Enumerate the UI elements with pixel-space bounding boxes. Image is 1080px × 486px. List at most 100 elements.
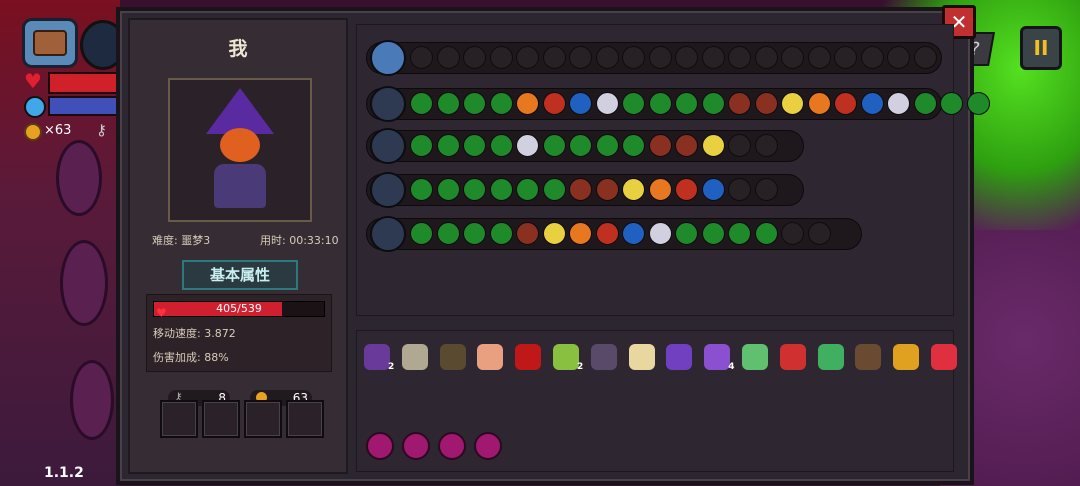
skill-icon[interactable]: [366, 432, 394, 460]
passive-item-icon[interactable]: [553, 344, 579, 370]
upgrade-slot[interactable]: [516, 178, 539, 201]
upgrade-slot[interactable]: [913, 92, 937, 115]
upgrade-slot[interactable]: [701, 222, 725, 245]
attributes-tab[interactable]: 基本属性: [182, 260, 298, 290]
upgrade-slot[interactable]: [807, 222, 831, 245]
upgrade-slot[interactable]: [410, 92, 433, 115]
upgrade-slot[interactable]: [648, 46, 672, 69]
weapon-icon[interactable]: [370, 86, 406, 122]
upgrade-slot[interactable]: [489, 222, 513, 245]
upgrade-slot[interactable]: [754, 134, 778, 157]
upgrade-slot[interactable]: [516, 46, 539, 69]
upgrade-slot[interactable]: [516, 92, 539, 115]
upgrade-slot[interactable]: [728, 222, 751, 245]
upgrade-slot[interactable]: [648, 92, 672, 115]
weapon-icon[interactable]: [370, 128, 406, 164]
upgrade-slot[interactable]: [463, 178, 486, 201]
upgrade-slot[interactable]: [436, 178, 460, 201]
upgrade-slot[interactable]: [834, 46, 857, 69]
upgrade-slot[interactable]: [701, 46, 725, 69]
skill-icon[interactable]: [474, 432, 502, 460]
upgrade-slot[interactable]: [622, 178, 645, 201]
upgrade-slot[interactable]: [675, 46, 698, 69]
passive-item-icon[interactable]: [779, 344, 806, 370]
upgrade-slot[interactable]: [436, 134, 460, 157]
upgrade-slot[interactable]: [754, 222, 778, 245]
upgrade-slot[interactable]: [622, 222, 645, 245]
upgrade-slot[interactable]: [542, 222, 566, 245]
upgrade-slot[interactable]: [595, 134, 619, 157]
upgrade-slot[interactable]: [648, 222, 672, 245]
equipment-slot[interactable]: [160, 400, 198, 438]
upgrade-slot[interactable]: [595, 222, 619, 245]
upgrade-slot[interactable]: [463, 134, 486, 157]
upgrade-slot[interactable]: [648, 134, 672, 157]
skill-icon[interactable]: [402, 432, 430, 460]
upgrade-slot[interactable]: [622, 92, 645, 115]
upgrade-slot[interactable]: [781, 92, 804, 115]
upgrade-slot[interactable]: [569, 222, 592, 245]
inventory-chest-icon[interactable]: [22, 18, 78, 68]
passive-item-icon[interactable]: [628, 344, 655, 370]
upgrade-slot[interactable]: [595, 92, 619, 115]
passive-item-icon[interactable]: [364, 344, 390, 370]
upgrade-slot[interactable]: [595, 46, 619, 69]
upgrade-slot[interactable]: [754, 92, 778, 115]
equipment-slot[interactable]: [244, 400, 282, 438]
upgrade-slot[interactable]: [463, 92, 486, 115]
skill-icon[interactable]: [438, 432, 466, 460]
passive-item-icon[interactable]: [931, 344, 957, 370]
upgrade-slot[interactable]: [781, 46, 804, 69]
upgrade-slot[interactable]: [410, 178, 433, 201]
upgrade-slot[interactable]: [728, 92, 751, 115]
upgrade-slot[interactable]: [569, 134, 592, 157]
passive-item-icon[interactable]: [401, 344, 428, 370]
upgrade-slot[interactable]: [860, 46, 884, 69]
upgrade-slot[interactable]: [569, 92, 592, 115]
upgrade-slot[interactable]: [940, 92, 963, 115]
passive-item-icon[interactable]: [439, 344, 466, 370]
upgrade-slot[interactable]: [542, 134, 566, 157]
weapon-icon[interactable]: [370, 216, 406, 252]
passive-item-icon[interactable]: [742, 344, 768, 370]
upgrade-slot[interactable]: [436, 92, 460, 115]
upgrade-slot[interactable]: [701, 134, 725, 157]
upgrade-slot[interactable]: [675, 92, 698, 115]
equipment-slot[interactable]: [286, 400, 324, 438]
upgrade-slot[interactable]: [913, 46, 937, 69]
upgrade-slot[interactable]: [834, 92, 857, 115]
upgrade-slot[interactable]: [966, 92, 990, 115]
weapon-icon[interactable]: [370, 40, 406, 76]
upgrade-slot[interactable]: [887, 46, 910, 69]
upgrade-slot[interactable]: [463, 46, 486, 69]
upgrade-slot[interactable]: [542, 46, 566, 69]
upgrade-slot[interactable]: [807, 46, 831, 69]
upgrade-slot[interactable]: [489, 92, 513, 115]
passive-item-icon[interactable]: [855, 344, 882, 370]
upgrade-slot[interactable]: [675, 134, 698, 157]
passive-item-icon[interactable]: [477, 344, 504, 370]
upgrade-slot[interactable]: [489, 134, 513, 157]
passive-item-icon[interactable]: [893, 344, 920, 370]
upgrade-slot[interactable]: [436, 222, 460, 245]
upgrade-slot[interactable]: [516, 222, 539, 245]
upgrade-slot[interactable]: [701, 178, 725, 201]
upgrade-slot[interactable]: [489, 178, 513, 201]
pause-button[interactable]: II: [1020, 26, 1062, 70]
upgrade-slot[interactable]: [728, 46, 751, 69]
upgrade-slot[interactable]: [595, 178, 619, 201]
passive-item-icon[interactable]: [666, 344, 693, 370]
upgrade-slot[interactable]: [728, 134, 751, 157]
passive-item-icon[interactable]: [590, 344, 617, 370]
upgrade-slot[interactable]: [489, 46, 513, 69]
upgrade-slot[interactable]: [542, 92, 566, 115]
upgrade-slot[interactable]: [648, 178, 672, 201]
upgrade-slot[interactable]: [675, 222, 698, 245]
upgrade-slot[interactable]: [701, 92, 725, 115]
upgrade-slot[interactable]: [675, 178, 698, 201]
passive-item-icon[interactable]: [817, 344, 844, 370]
upgrade-slot[interactable]: [781, 222, 804, 245]
upgrade-slot[interactable]: [436, 46, 460, 69]
upgrade-slot[interactable]: [860, 92, 884, 115]
upgrade-slot[interactable]: [542, 178, 566, 201]
